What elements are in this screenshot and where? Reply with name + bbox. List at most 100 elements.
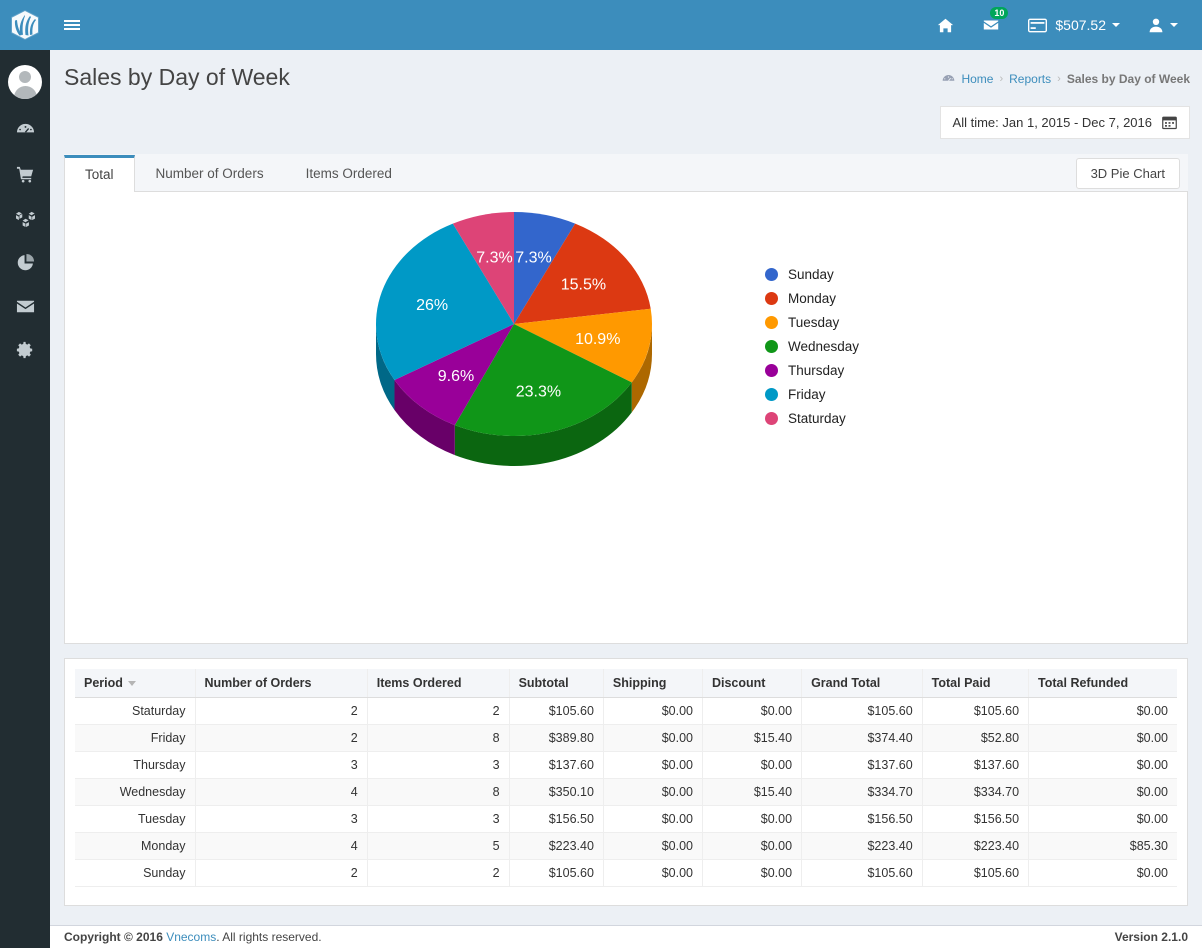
table-row[interactable]: Sunday 2 2 $105.60 $0.00 $0.00 $105.60 $105.60 $… [75,859,1177,887]
tab-total[interactable]: Total [64,155,135,193]
table-cell-items: 2 [367,859,510,887]
column-header-number-of-orders[interactable]: Number of Orders [195,669,368,698]
table-cell-orders: 2 [195,859,368,887]
table-cell-discount: $0.00 [702,805,803,833]
report-panel: Total Number of Orders Items Ordered 3D … [64,154,1188,644]
column-header-total-paid[interactable]: Total Paid [922,669,1030,698]
legend-item[interactable]: Tuesday [765,310,859,334]
credit-card-icon [1028,18,1048,33]
pie-slice-label: 9.6% [438,368,474,385]
table-cell-total-paid: $52.80 [922,724,1030,752]
page-root: 10 $507.52 Sales by Day of Week Home › R… [0,0,1202,948]
table-cell-grand-total: $334.70 [801,778,923,806]
legend-item[interactable]: Staturday [765,406,859,430]
menu-toggle-button[interactable] [64,0,80,50]
column-header-grand-total[interactable]: Grand Total [801,669,923,698]
legend-item[interactable]: Sunday [765,262,859,286]
table-cell-total-refunded: $0.00 [1028,859,1177,887]
company-link[interactable]: Vnecoms [166,930,216,944]
pie-slice-label: 7.3% [476,249,512,266]
legend-item[interactable]: Monday [765,286,859,310]
table-cell-items: 8 [367,778,510,806]
3d-pie-chart-button[interactable]: 3D Pie Chart [1075,158,1180,189]
balance-button[interactable]: $507.52 [1014,0,1134,50]
table-row[interactable]: Wednesday 4 8 $350.10 $0.00 $15.40 $334.70 $334… [75,778,1177,806]
pie-slice-label: 15.5% [561,276,606,293]
table-row[interactable]: Thursday 3 3 $137.60 $0.00 $0.00 $137.60 $137.6… [75,751,1177,779]
table-cell-orders: 2 [195,724,368,752]
table-row[interactable]: Staturday 2 2 $105.60 $0.00 $0.00 $105.60 $105.… [75,697,1177,725]
sidebar-item-messages[interactable] [0,284,50,328]
table-cell-orders: 4 [195,778,368,806]
legend-item[interactable]: Friday [765,382,859,406]
table-cell-grand-total: $223.40 [801,832,923,860]
hamburger-icon-line [64,20,80,22]
column-header-discount[interactable]: Discount [702,669,803,698]
table-cell-grand-total: $105.60 [801,859,923,887]
breadcrumb-item-home[interactable]: Home [961,72,993,86]
breadcrumb-separator: › [999,73,1004,85]
sidebar-item-reports[interactable] [0,240,50,284]
table-cell-period: Wednesday [75,778,196,806]
table-cell-subtotal: $223.40 [509,832,604,860]
table-cell-total-refunded: $85.30 [1028,832,1177,860]
table-cell-total-refunded: $0.00 [1028,724,1177,752]
table-cell-period: Staturday [75,697,196,725]
legend-color-swatch [765,291,778,305]
sidebar-item-settings[interactable] [0,328,50,372]
table-cell-period: Sunday [75,859,196,887]
legend-label: Monday [788,290,837,306]
version-text: Version 2.1.0 [1114,930,1188,944]
legend-label: Tuesday [788,314,840,330]
column-header-period[interactable]: Period [75,669,196,698]
sidebar [0,0,50,948]
table-cell-orders: 3 [195,805,368,833]
breadcrumb-item-current: Sales by Day of Week [1066,72,1190,86]
sidebar-item-sales[interactable] [0,152,50,196]
table-cell-shipping: $0.00 [603,724,703,752]
chart-panel: 7.3% 15.5% 10.9% 23.3% 9.6% 26% 7.3% Sunday Mon… [64,192,1188,644]
table-row[interactable]: Tuesday 3 3 $156.50 $0.00 $0.00 $156.50 $156.50… [75,805,1177,833]
date-range-picker[interactable]: All time: Jan 1, 2015 - Dec 7, 2016 [939,106,1190,139]
legend-label: Friday [788,386,826,402]
tab-items-ordered[interactable]: Items Ordered [285,154,413,192]
user-menu-button[interactable] [1134,0,1192,50]
messages-button[interactable]: 10 [968,0,1014,50]
column-header-subtotal[interactable]: Subtotal [509,669,604,698]
table-body: Staturday 2 2 $105.60 $0.00 $0.00 $105.60 $105.… [75,697,1177,887]
table-cell-total-paid: $334.70 [922,778,1030,806]
copyright-prefix: Copyright © 2016 [64,930,167,944]
table-row[interactable]: Monday 4 5 $223.40 $0.00 $0.00 $223.40 $223.40 $… [75,832,1177,860]
pie-slice-label: 26% [416,297,448,314]
table-cell-subtotal: $156.50 [509,805,604,833]
messages-badge: 10 [990,7,1009,19]
table-cell-orders: 3 [195,751,368,779]
column-header-items-ordered[interactable]: Items Ordered [367,669,510,698]
sidebar-item-dashboard[interactable] [0,108,50,152]
app-logo[interactable] [0,0,50,50]
dashboard-home-icon [942,73,955,86]
page-header: Sales by Day of Week Home › Reports › Sa… [50,50,1202,139]
pie-chart[interactable]: 7.3% 15.5% 10.9% 23.3% 9.6% 26% 7.3% [65,192,765,644]
page-footer: Copyright © 2016 Vnecoms. All rights res… [50,925,1202,948]
table-cell-total-paid: $105.60 [922,697,1030,725]
sidebar-item-avatar[interactable] [0,56,50,108]
breadcrumb-item-reports[interactable]: Reports [1009,72,1051,86]
legend-label: Staturday [788,410,846,426]
column-header-total-refunded[interactable]: Total Refunded [1028,669,1177,698]
legend-label: Sunday [788,266,834,282]
tab-number-of-orders[interactable]: Number of Orders [135,154,285,192]
table-cell-total-paid: $137.60 [922,751,1030,779]
sidebar-item-products[interactable] [0,196,50,240]
table-cell-subtotal: $137.60 [509,751,604,779]
home-icon [937,17,954,34]
legend-item[interactable]: Thursday [765,358,859,382]
legend-item[interactable]: Wednesday [765,334,859,358]
leaf-logo-icon [10,9,40,41]
pie-slice-label: 10.9% [575,331,620,348]
table-cell-period: Monday [75,832,196,860]
table-row[interactable]: Friday 2 8 $389.80 $0.00 $15.40 $374.40 $52.80 $… [75,724,1177,752]
column-header-shipping[interactable]: Shipping [603,669,703,698]
hamburger-icon-line [64,28,80,30]
home-button[interactable] [923,0,968,50]
